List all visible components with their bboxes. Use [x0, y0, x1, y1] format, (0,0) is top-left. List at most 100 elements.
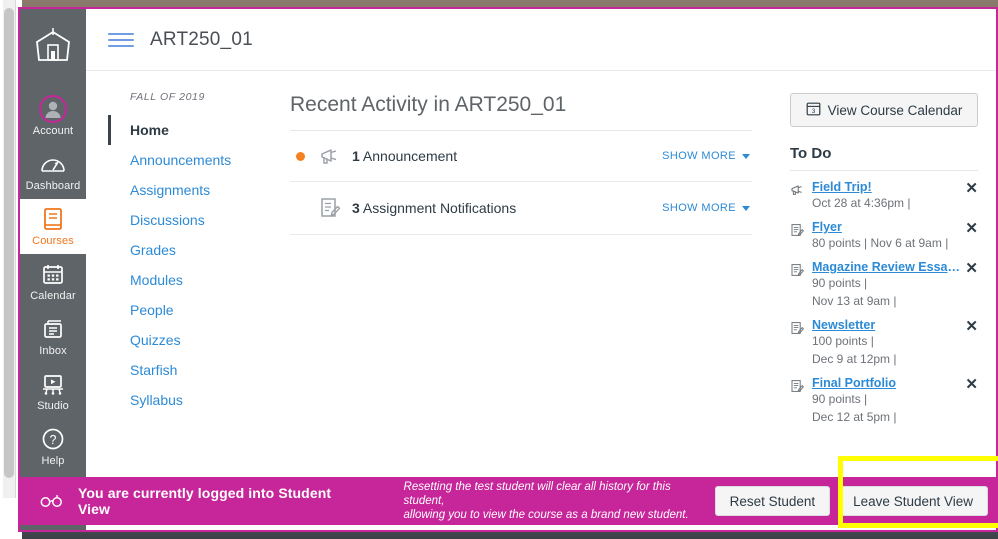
close-x-icon[interactable]: ✕	[960, 260, 978, 276]
todo-meta-due: Dec 12 at 5pm |	[812, 410, 897, 424]
reset-student-button[interactable]: Reset Student	[715, 486, 831, 516]
calendar-icon	[41, 261, 65, 287]
todo-body: Final Portfolio 90 points | Dec 12 at 5p…	[812, 376, 960, 426]
student-view-description: Resetting the test student will clear al…	[404, 480, 707, 522]
sidebar-item-label: Help	[41, 455, 64, 468]
help-question-icon: ?	[41, 426, 65, 452]
course-nav-people[interactable]: People	[108, 295, 266, 325]
course-nav-syllabus[interactable]: Syllabus	[108, 385, 266, 415]
sidebar-item-label: Inbox	[39, 345, 66, 358]
dashboard-icon	[40, 151, 66, 177]
student-view-label: You are currently logged into Student Vi…	[78, 485, 360, 517]
todo-title-link[interactable]: Flyer	[812, 220, 960, 234]
todo-meta: Oct 28 at 4:36pm |	[812, 196, 911, 210]
sidebar-item-account[interactable]: Account	[20, 89, 86, 144]
sidebar-item-help[interactable]: ? Help	[20, 419, 86, 474]
institution-logo-icon[interactable]	[29, 23, 77, 71]
show-more-announcement[interactable]: SHOW MORE	[662, 150, 750, 162]
course-nav-quizzes[interactable]: Quizzes	[108, 325, 266, 355]
eyeglasses-icon	[40, 494, 64, 508]
sidebar-item-label: Account	[33, 125, 73, 138]
todo-meta: 90 points |	[812, 392, 867, 406]
description-line-1: Resetting the test student will clear al…	[404, 481, 671, 507]
chevron-down-icon	[742, 154, 750, 159]
sidebar-item-studio[interactable]: Studio	[20, 364, 86, 419]
assignment-edit-icon	[790, 376, 812, 399]
assignment-edit-icon	[790, 318, 812, 341]
sidebar-item-label: Dashboard	[26, 180, 81, 193]
activity-label: 3 Assignment Notifications	[352, 200, 662, 216]
assignment-edit-icon	[790, 220, 812, 243]
todo-meta: 80 points | Nov 6 at 9am |	[812, 236, 948, 250]
todo-meta-due: Dec 9 at 12pm |	[812, 352, 897, 366]
course-nav-grades[interactable]: Grades	[108, 235, 266, 265]
close-x-icon[interactable]: ✕	[960, 318, 978, 334]
todo-title-link[interactable]: Field Trip!	[812, 180, 960, 194]
activity-count: 1	[352, 148, 360, 164]
show-more-assignments[interactable]: SHOW MORE	[662, 202, 750, 214]
list-item[interactable]: Magazine Review Essay & ... 90 points | …	[790, 258, 978, 316]
activity-count: 3	[352, 200, 360, 216]
activity-row-announcement[interactable]: 1 Announcement SHOW MORE	[290, 131, 752, 182]
chevron-down-icon	[742, 206, 750, 211]
course-navigation: FALL OF 2019 Home Announcements Assignme…	[108, 71, 266, 530]
activity-text: Announcement	[360, 148, 457, 164]
course-nav-discussions[interactable]: Discussions	[108, 205, 266, 235]
sidebar-item-courses[interactable]: Courses	[20, 199, 86, 254]
course-sidebar: 3 View Course Calendar To Do	[778, 71, 996, 530]
global-navigation: Account Dashboard	[20, 9, 86, 530]
todo-title-link[interactable]: Newsletter	[812, 318, 960, 332]
course-nav-modules[interactable]: Modules	[108, 265, 266, 295]
todo-title-link[interactable]: Magazine Review Essay & ...	[812, 260, 960, 274]
svg-text:3: 3	[811, 108, 815, 115]
user-avatar-icon	[38, 96, 68, 122]
course-area: ART250_01 FALL OF 2019 Home Announcement…	[86, 9, 996, 530]
todo-body: Flyer 80 points | Nov 6 at 9am |	[812, 220, 960, 252]
leave-student-view-button[interactable]: Leave Student View	[838, 486, 988, 516]
course-nav-assignments[interactable]: Assignments	[108, 175, 266, 205]
megaphone-icon	[308, 145, 352, 167]
studio-video-icon	[40, 371, 66, 397]
course-nav-announcements[interactable]: Announcements	[108, 145, 266, 175]
view-course-calendar-button[interactable]: 3 View Course Calendar	[790, 93, 978, 127]
course-nav-starfish[interactable]: Starfish	[108, 355, 266, 385]
activity-row-assignments[interactable]: 3 Assignment Notifications SHOW MORE	[290, 182, 752, 235]
todo-body: Newsletter 100 points | Dec 9 at 12pm |	[812, 318, 960, 368]
term-label: FALL OF 2019	[130, 91, 266, 103]
list-item[interactable]: Flyer 80 points | Nov 6 at 9am | ✕	[790, 218, 978, 258]
view-course-calendar-label: View Course Calendar	[828, 103, 963, 118]
close-x-icon[interactable]: ✕	[960, 180, 978, 196]
student-view-bar: You are currently logged into Student Vi…	[18, 477, 998, 525]
todo-body: Magazine Review Essay & ... 90 points | …	[812, 260, 960, 310]
course-nav-home[interactable]: Home	[108, 115, 266, 145]
courses-book-icon	[41, 206, 65, 232]
sidebar-item-label: Calendar	[30, 290, 75, 303]
sidebar-item-label: Studio	[37, 400, 69, 413]
list-item[interactable]: Field Trip! Oct 28 at 4:36pm | ✕	[790, 178, 978, 218]
sidebar-item-inbox[interactable]: Inbox	[20, 309, 86, 364]
todo-body: Field Trip! Oct 28 at 4:36pm |	[812, 180, 960, 212]
todo-meta: 100 points |	[812, 334, 874, 348]
sidebar-item-label: Courses	[32, 235, 74, 248]
hamburger-menu-icon[interactable]	[108, 30, 134, 50]
inbox-icon	[41, 316, 65, 342]
canvas-app: Account Dashboard	[20, 9, 996, 530]
page-title: ART250_01	[150, 29, 253, 51]
recent-activity-heading: Recent Activity in ART250_01	[290, 93, 752, 131]
close-x-icon[interactable]: ✕	[960, 220, 978, 236]
activity-text: Assignment Notifications	[360, 200, 516, 216]
assignment-edit-icon	[308, 196, 352, 220]
show-more-label: SHOW MORE	[662, 150, 736, 162]
recent-activity-panel: Recent Activity in ART250_01 1 Announcem…	[266, 71, 778, 530]
scrollbar-thumb[interactable]	[4, 8, 14, 478]
activity-label: 1 Announcement	[352, 148, 662, 164]
description-line-2: allowing you to view the course as a bra…	[404, 509, 689, 521]
list-item[interactable]: Final Portfolio 90 points | Dec 12 at 5p…	[790, 374, 978, 432]
svg-text:?: ?	[50, 433, 57, 447]
todo-title-link[interactable]: Final Portfolio	[812, 376, 960, 390]
sidebar-item-calendar[interactable]: Calendar	[20, 254, 86, 309]
close-x-icon[interactable]: ✕	[960, 376, 978, 392]
list-item[interactable]: Newsletter 100 points | Dec 9 at 12pm | …	[790, 316, 978, 374]
sidebar-item-dashboard[interactable]: Dashboard	[20, 144, 86, 199]
unread-dot	[292, 152, 308, 161]
